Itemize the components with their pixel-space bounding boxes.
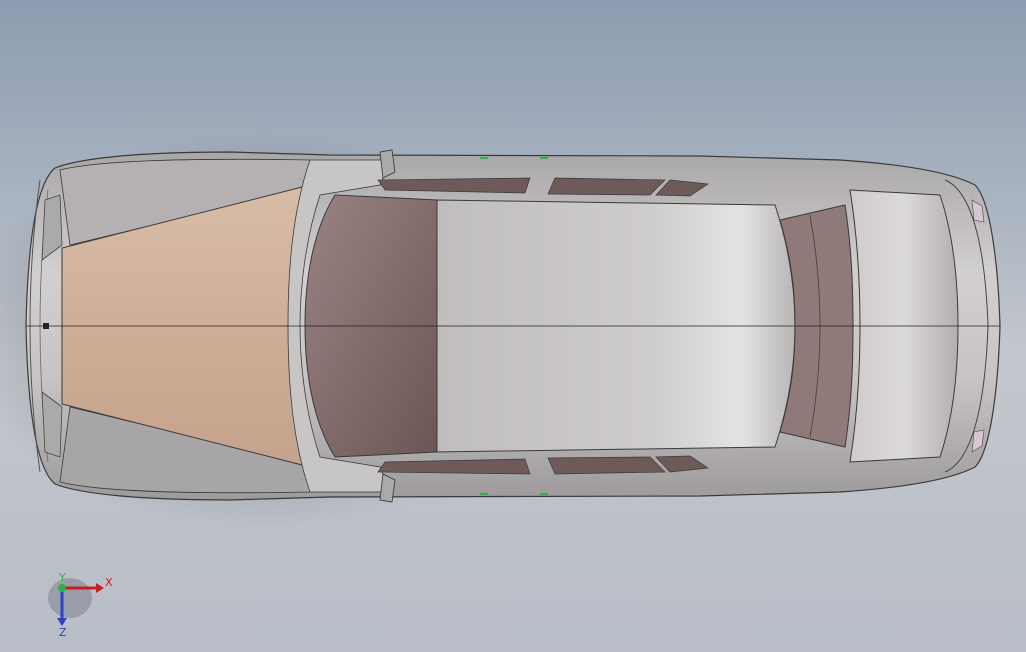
y-axis-point: [58, 584, 66, 592]
green-marker: [540, 157, 548, 159]
z-axis-label: Z: [59, 626, 67, 638]
x-axis-label: X: [105, 576, 113, 589]
green-marker: [480, 157, 488, 159]
green-marker: [540, 493, 548, 495]
side-window-bottom-rear: [547, 456, 666, 475]
triad-shadow: [48, 578, 92, 618]
y-axis-label: Y: [58, 571, 66, 584]
car-model-top-view[interactable]: [0, 0, 1026, 652]
green-marker: [480, 493, 488, 495]
origin-marker: [43, 323, 49, 329]
graphics-viewport[interactable]: X Y Z: [0, 0, 1026, 652]
side-window-top-rear: [547, 177, 666, 196]
x-axis-arrowhead: [96, 583, 104, 593]
coordinate-triad: X Y Z: [48, 571, 113, 638]
z-axis-arrowhead: [57, 618, 67, 626]
